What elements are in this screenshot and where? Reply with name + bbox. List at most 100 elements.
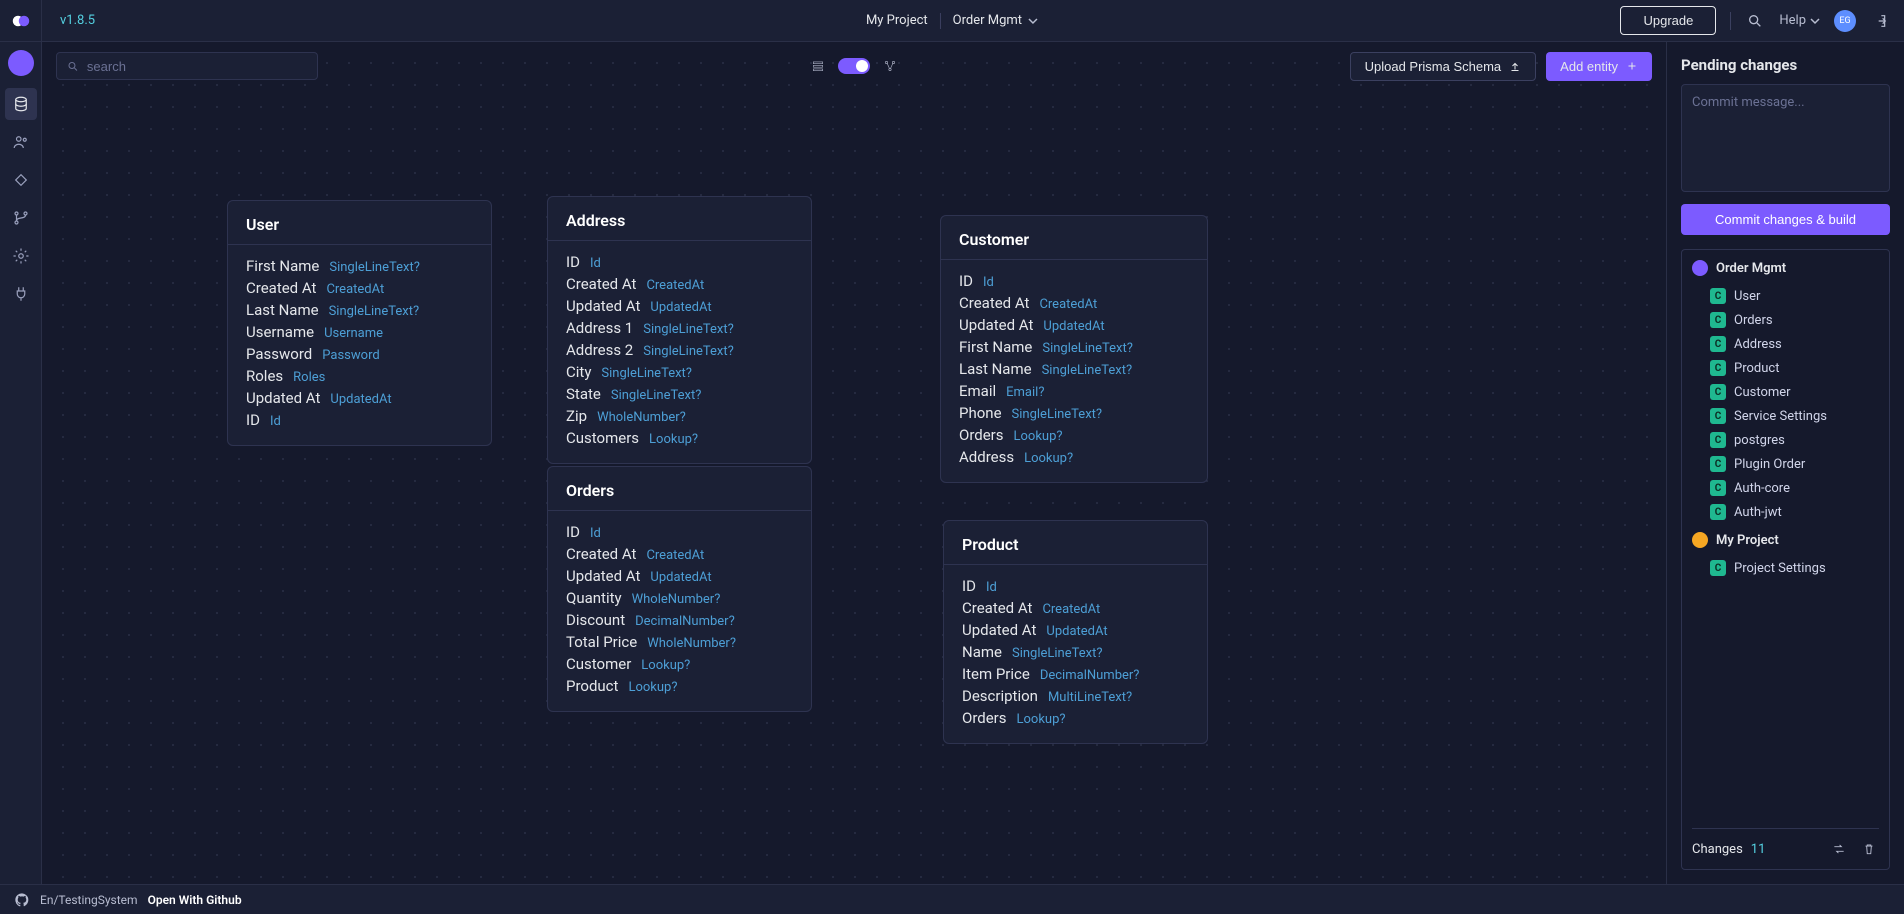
- tree-service-header[interactable]: Order Mgmt: [1692, 260, 1879, 276]
- diamond-icon: [12, 171, 30, 189]
- field-row[interactable]: DiscountDecimalNumber?: [566, 609, 793, 631]
- add-entity-button[interactable]: Add entity: [1546, 52, 1652, 81]
- rail-item-settings[interactable]: [5, 240, 37, 272]
- field-row[interactable]: CustomerLookup?: [566, 653, 793, 675]
- search-button[interactable]: [1745, 11, 1765, 31]
- field-row[interactable]: Created AtCreatedAt: [246, 277, 473, 299]
- field-row[interactable]: CustomersLookup?: [566, 427, 793, 449]
- compare-button[interactable]: [1829, 839, 1849, 859]
- rail-item-plugins[interactable]: [5, 164, 37, 196]
- field-type: SingleLineText?: [1012, 407, 1103, 422]
- logout-button[interactable]: [1870, 11, 1890, 31]
- field-type: UpdatedAt: [1046, 624, 1107, 639]
- field-row[interactable]: IDId: [246, 409, 473, 431]
- field-row[interactable]: RolesRoles: [246, 365, 473, 387]
- field-row[interactable]: QuantityWholeNumber?: [566, 587, 793, 609]
- field-row[interactable]: Created AtCreatedAt: [962, 597, 1189, 619]
- field-row[interactable]: First NameSingleLineText?: [246, 255, 473, 277]
- field-type: Id: [590, 256, 601, 271]
- field-type: CreatedAt: [1039, 297, 1097, 312]
- field-row[interactable]: OrdersLookup?: [962, 707, 1189, 729]
- field-row[interactable]: NameSingleLineText?: [962, 641, 1189, 663]
- search-input[interactable]: [87, 59, 307, 74]
- change-badge-icon: C: [1710, 432, 1726, 448]
- field-row[interactable]: Address 2SingleLineText?: [566, 339, 793, 361]
- entity-orders[interactable]: OrdersIDIdCreated AtCreatedAtUpdated AtU…: [547, 466, 812, 712]
- field-row[interactable]: CitySingleLineText?: [566, 361, 793, 383]
- entity-user[interactable]: UserFirst NameSingleLineText?Created AtC…: [227, 200, 492, 446]
- workspace-avatar[interactable]: [8, 50, 34, 76]
- field-row[interactable]: Updated AtUpdatedAt: [566, 565, 793, 587]
- commit-message-input[interactable]: [1681, 84, 1890, 192]
- field-row[interactable]: Created AtCreatedAt: [959, 292, 1189, 314]
- tree-project-header[interactable]: My Project: [1692, 532, 1879, 548]
- help-menu[interactable]: Help: [1779, 13, 1820, 28]
- field-row[interactable]: Updated AtUpdatedAt: [962, 619, 1189, 641]
- field-row[interactable]: PhoneSingleLineText?: [959, 402, 1189, 424]
- upload-schema-button[interactable]: Upload Prisma Schema: [1350, 52, 1537, 81]
- tree-item[interactable]: CAuth-core: [1692, 476, 1879, 500]
- discard-button[interactable]: [1859, 839, 1879, 859]
- field-row[interactable]: PasswordPassword: [246, 343, 473, 365]
- tree-item[interactable]: CAuth-jwt: [1692, 500, 1879, 524]
- field-row[interactable]: DescriptionMultiLineText?: [962, 685, 1189, 707]
- tree-item[interactable]: CAddress: [1692, 332, 1879, 356]
- trash-icon: [1862, 842, 1876, 856]
- footer-github-link[interactable]: Open With Github: [148, 893, 242, 907]
- project-dot-icon: [1692, 532, 1708, 548]
- field-row[interactable]: AddressLookup?: [959, 446, 1189, 468]
- field-row[interactable]: Updated AtUpdatedAt: [959, 314, 1189, 336]
- field-name: Created At: [566, 545, 636, 563]
- graph-icon: [883, 59, 897, 73]
- tree-item[interactable]: CService Settings: [1692, 404, 1879, 428]
- search-input-wrap[interactable]: [56, 52, 318, 80]
- user-avatar[interactable]: EG: [1834, 10, 1856, 32]
- view-list-button[interactable]: [808, 56, 828, 76]
- field-row[interactable]: Updated AtUpdatedAt: [566, 295, 793, 317]
- field-row[interactable]: IDId: [566, 251, 793, 273]
- field-row[interactable]: StateSingleLineText?: [566, 383, 793, 405]
- field-row[interactable]: Address 1SingleLineText?: [566, 317, 793, 339]
- rail-item-entities[interactable]: [5, 88, 37, 120]
- tree-item[interactable]: CProject Settings: [1692, 556, 1879, 580]
- field-row[interactable]: UsernameUsername: [246, 321, 473, 343]
- tree-item[interactable]: CProduct: [1692, 356, 1879, 380]
- field-row[interactable]: IDId: [962, 575, 1189, 597]
- field-row[interactable]: Created AtCreatedAt: [566, 273, 793, 295]
- rail-item-connections[interactable]: [5, 278, 37, 310]
- upgrade-button[interactable]: Upgrade: [1620, 6, 1716, 35]
- field-row[interactable]: Last NameSingleLineText?: [959, 358, 1189, 380]
- field-row[interactable]: Total PriceWholeNumber?: [566, 631, 793, 653]
- tree-item[interactable]: COrders: [1692, 308, 1879, 332]
- entity-product[interactable]: ProductIDIdCreated AtCreatedAtUpdated At…: [943, 520, 1208, 744]
- field-row[interactable]: OrdersLookup?: [959, 424, 1189, 446]
- entity-customer[interactable]: CustomerIDIdCreated AtCreatedAtUpdated A…: [940, 215, 1208, 483]
- field-row[interactable]: IDId: [566, 521, 793, 543]
- breadcrumb-project[interactable]: My Project: [866, 13, 928, 28]
- entity-address[interactable]: AddressIDIdCreated AtCreatedAtUpdated At…: [547, 196, 812, 464]
- field-type: Lookup?: [1017, 712, 1066, 727]
- rail-item-roles[interactable]: [5, 126, 37, 158]
- tree-item[interactable]: CCustomer: [1692, 380, 1879, 404]
- view-graph-button[interactable]: [880, 56, 900, 76]
- tree-item[interactable]: CPlugin Order: [1692, 452, 1879, 476]
- tree-item[interactable]: CUser: [1692, 284, 1879, 308]
- tree-item-label: Service Settings: [1734, 409, 1827, 424]
- app-logo[interactable]: [0, 0, 42, 42]
- field-row[interactable]: First NameSingleLineText?: [959, 336, 1189, 358]
- tree-item[interactable]: Cpostgres: [1692, 428, 1879, 452]
- field-row[interactable]: ZipWholeNumber?: [566, 405, 793, 427]
- field-row[interactable]: Item PriceDecimalNumber?: [962, 663, 1189, 685]
- field-row[interactable]: ProductLookup?: [566, 675, 793, 697]
- field-row[interactable]: Created AtCreatedAt: [566, 543, 793, 565]
- breadcrumb-service[interactable]: Order Mgmt: [953, 13, 1038, 28]
- field-row[interactable]: Updated AtUpdatedAt: [246, 387, 473, 409]
- field-row[interactable]: Last NameSingleLineText?: [246, 299, 473, 321]
- commit-button[interactable]: Commit changes & build: [1681, 204, 1890, 235]
- field-row[interactable]: IDId: [959, 270, 1189, 292]
- view-toggle[interactable]: [838, 58, 870, 74]
- erd-canvas[interactable]: Upload Prisma Schema Add entity UserFirs…: [42, 42, 1666, 884]
- rail-item-git[interactable]: [5, 202, 37, 234]
- field-type: WholeNumber?: [632, 592, 721, 607]
- field-row[interactable]: EmailEmail?: [959, 380, 1189, 402]
